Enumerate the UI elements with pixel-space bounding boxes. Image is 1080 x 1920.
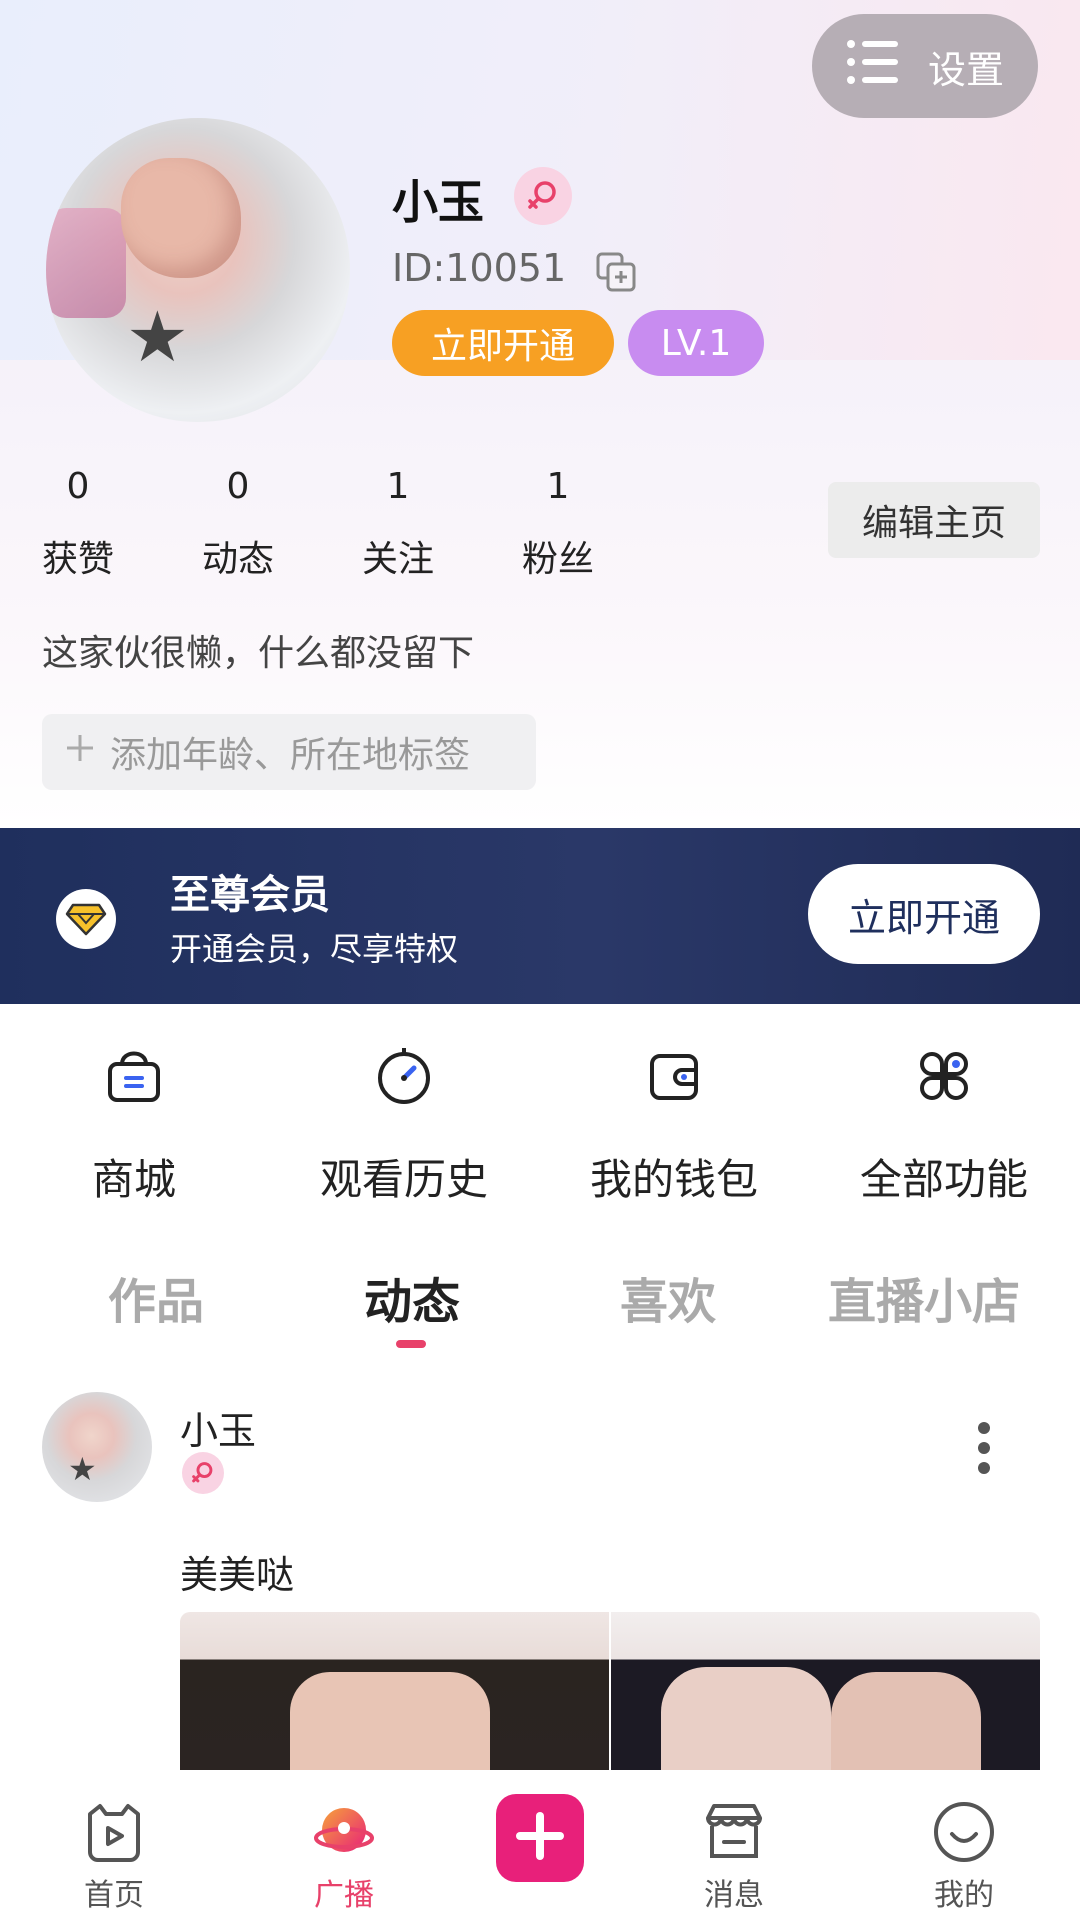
- tab-live-shop[interactable]: 直播小店: [804, 1262, 1044, 1332]
- history-clock-icon: [304, 1044, 504, 1108]
- post-author-name[interactable]: 小玉: [180, 1400, 256, 1455]
- feature-label: 我的钱包: [589, 1155, 758, 1204]
- vip-subtitle: 开通会员，尽享特权: [170, 930, 459, 968]
- nav-messages[interactable]: 消息: [664, 1796, 804, 1914]
- feature-wallet[interactable]: 我的钱包: [574, 1044, 774, 1207]
- user-id: ID:10051: [392, 246, 567, 290]
- feature-shop[interactable]: 商城: [34, 1044, 234, 1207]
- stat-value: 0: [226, 466, 250, 507]
- home-tv-icon: [44, 1796, 184, 1868]
- nav-label: 首页: [84, 1878, 144, 1913]
- vip-open-button[interactable]: 立即开通: [808, 864, 1040, 964]
- tab-likes[interactable]: 喜欢: [548, 1262, 788, 1332]
- more-options-icon[interactable]: [964, 1418, 1004, 1478]
- open-vip-button[interactable]: 立即开通: [392, 310, 614, 376]
- post-author-avatar[interactable]: ★: [42, 1392, 152, 1502]
- stat-label: 获赞: [41, 539, 114, 580]
- add-tag-button[interactable]: 添加年龄、所在地标签: [42, 714, 536, 790]
- nav-me[interactable]: 我的: [894, 1796, 1034, 1914]
- female-gender-icon: [514, 167, 572, 225]
- feature-label: 商城: [91, 1155, 176, 1204]
- post-image[interactable]: [611, 1612, 1040, 1770]
- active-tab-indicator: [396, 1340, 426, 1348]
- avatar[interactable]: ★: [46, 118, 350, 422]
- nav-home[interactable]: 首页: [44, 1796, 184, 1914]
- stat-likes[interactable]: 0 获赞: [28, 466, 128, 582]
- broadcast-icon: [274, 1796, 414, 1868]
- diamond-icon: [56, 889, 116, 949]
- settings-button[interactable]: 设置: [812, 14, 1038, 118]
- nav-label: 广播: [314, 1878, 374, 1913]
- settings-label: 设置: [927, 47, 1004, 92]
- feature-history[interactable]: 观看历史: [304, 1044, 504, 1207]
- post-text: 美美哒: [180, 1553, 295, 1597]
- all-functions-icon: [844, 1044, 1044, 1108]
- nav-label: 消息: [704, 1878, 764, 1913]
- nav-label: 我的: [934, 1878, 994, 1913]
- bio-text: 这家伙很懒，什么都没留下: [42, 633, 475, 674]
- stat-value: 1: [386, 466, 410, 507]
- plus-icon: [64, 732, 96, 773]
- tab-posts[interactable]: 动态: [292, 1262, 532, 1332]
- publish-plus-icon: [514, 1810, 566, 1866]
- vip-title: 至尊会员: [170, 872, 330, 918]
- feature-label: 全部功能: [859, 1155, 1028, 1204]
- message-store-icon: [664, 1796, 804, 1868]
- edit-profile-button[interactable]: 编辑主页: [828, 482, 1040, 558]
- copy-icon[interactable]: [594, 250, 638, 294]
- profile-name: 小玉: [392, 175, 484, 229]
- stat-value: 0: [66, 466, 90, 507]
- shop-bag-icon: [34, 1044, 234, 1108]
- stat-label: 动态: [201, 539, 274, 580]
- post-image-grid[interactable]: [180, 1612, 1040, 1770]
- female-gender-icon: [182, 1452, 224, 1494]
- stat-followers[interactable]: 1 粉丝: [508, 466, 608, 582]
- stat-label: 粉丝: [521, 539, 594, 580]
- level-badge: LV.1: [628, 310, 764, 376]
- stat-value: 1: [546, 466, 570, 507]
- post-image[interactable]: [180, 1612, 609, 1770]
- stat-label: 关注: [361, 539, 434, 580]
- publish-button[interactable]: [496, 1794, 584, 1882]
- stat-following[interactable]: 1 关注: [348, 466, 448, 582]
- feature-label: 观看历史: [319, 1155, 488, 1204]
- add-tag-label: 添加年龄、所在地标签: [110, 735, 471, 776]
- nav-broadcast[interactable]: 广播: [274, 1796, 414, 1914]
- feature-all[interactable]: 全部功能: [844, 1044, 1044, 1207]
- tab-works[interactable]: 作品: [36, 1262, 276, 1332]
- menu-list-icon: [846, 38, 900, 95]
- profile-smile-icon: [894, 1796, 1034, 1868]
- stat-posts[interactable]: 0 动态: [188, 466, 288, 582]
- wallet-icon: [574, 1044, 774, 1108]
